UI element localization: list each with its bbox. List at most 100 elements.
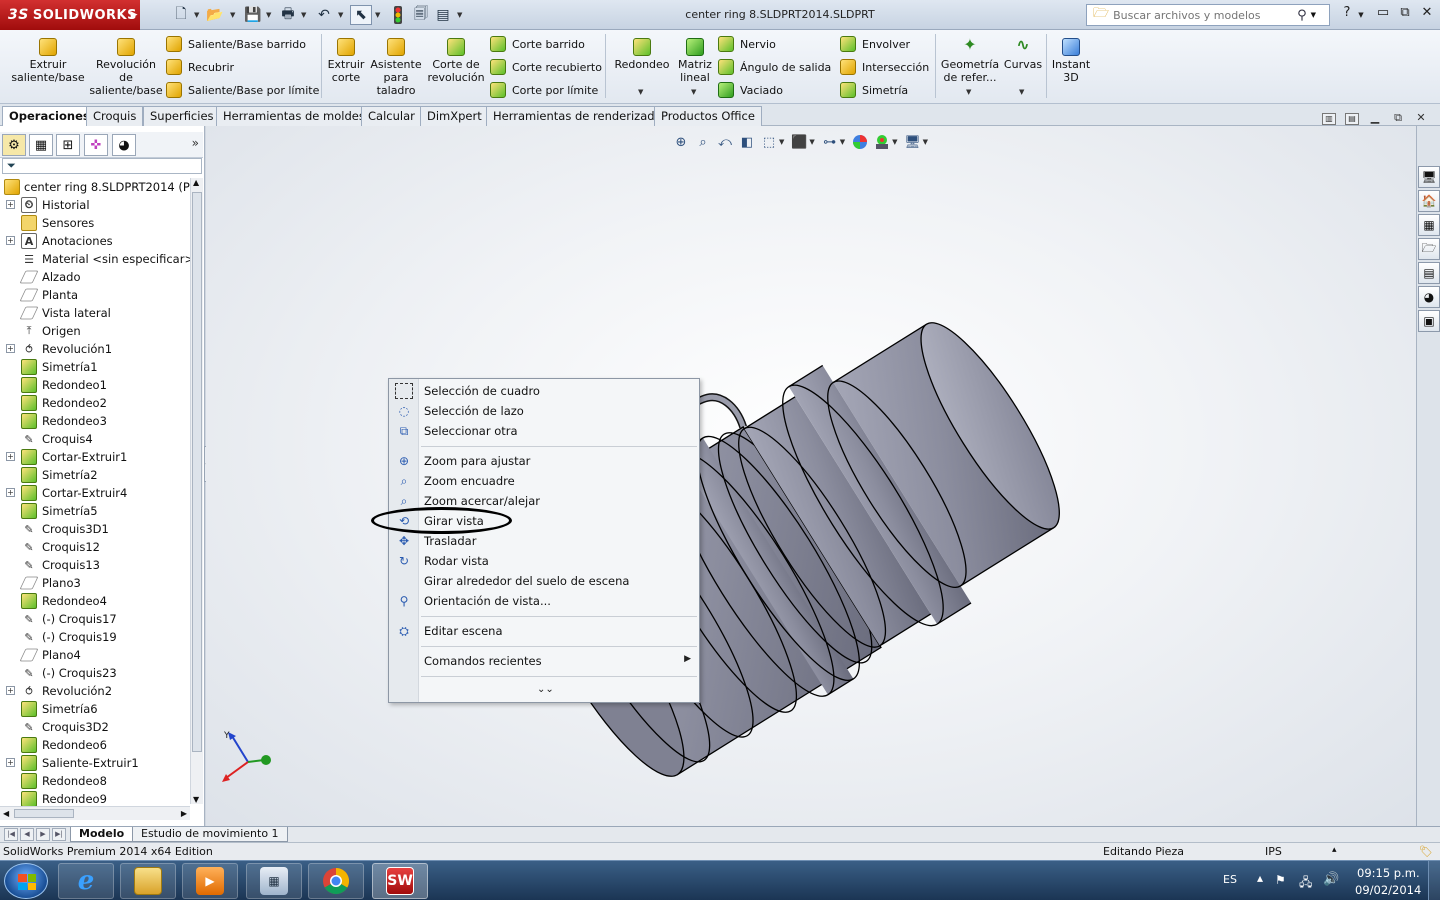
tree-item[interactable]: + ⥀ Revolución2 — [0, 682, 190, 700]
tree-filter[interactable]: ⏷ — [2, 158, 202, 174]
tree-item[interactable]: + Cortar-Extruir1 — [0, 448, 190, 466]
taskbar-solidworks[interactable]: SW — [372, 863, 428, 899]
first-tab-icon[interactable]: |◀ — [4, 828, 18, 841]
dimxpert-tab-icon[interactable]: ✜ — [84, 134, 108, 156]
show-desktop-button[interactable] — [1428, 861, 1440, 900]
tab-dimxpert[interactable]: DimXpert — [420, 106, 489, 126]
save-icon[interactable]: 💾 — [242, 5, 264, 25]
expand-icon[interactable]: + — [6, 236, 15, 245]
tree-item[interactable]: Simetría1 — [0, 358, 190, 376]
undo-icon[interactable]: ↶ — [313, 5, 335, 25]
tree-item[interactable]: + ⥀ Revolución1 — [0, 340, 190, 358]
clock-date[interactable]: 09/02/2014 — [1355, 883, 1421, 897]
instant3d-button[interactable]: Instant 3D — [1050, 38, 1092, 84]
tree-item[interactable]: Redondeo3 — [0, 412, 190, 430]
curves-button[interactable]: ∿ Curvas — [1003, 37, 1043, 72]
scroll-right-icon[interactable]: ▶ — [181, 809, 187, 818]
options-icon[interactable]: ▤ — [432, 5, 454, 25]
open-dropdown-icon[interactable]: ▼ — [230, 11, 235, 19]
print-icon[interactable]: 🖶 — [277, 5, 299, 25]
curves-dropdown-icon[interactable]: ▼ — [1019, 88, 1024, 96]
tree-item[interactable]: Vista lateral — [0, 304, 190, 322]
tree-item[interactable]: Redondeo2 — [0, 394, 190, 412]
context-menu-item[interactable]: ⚲ Orientación de vista... — [389, 591, 699, 611]
scroll-left-icon[interactable]: ◀ — [3, 809, 9, 818]
tab-operaciones[interactable]: Operaciones — [2, 106, 97, 127]
shell-button[interactable]: Vaciado — [718, 80, 783, 100]
status-units[interactable]: IPS — [1265, 845, 1282, 858]
intersect-button[interactable]: Intersección — [840, 57, 929, 77]
tab-superficies[interactable]: Superficies — [143, 106, 221, 126]
expand-icon[interactable]: + — [6, 452, 15, 461]
tree-item[interactable]: Simetría2 — [0, 466, 190, 484]
file-explorer-icon[interactable]: ▦ — [1418, 214, 1440, 236]
more-tabs-icon[interactable]: » — [192, 136, 199, 150]
fillet-button[interactable]: Redondeo — [612, 38, 672, 71]
tree-item[interactable]: ⤒ Origen — [0, 322, 190, 340]
next-tab-icon[interactable]: ▶ — [36, 828, 50, 841]
rebuild-status-icon[interactable]: 🏷 — [1419, 845, 1433, 858]
new-document-icon[interactable]: 🗋 — [170, 5, 192, 25]
tree-item[interactable]: Planta — [0, 286, 190, 304]
search-icon[interactable]: ⚲ — [1297, 8, 1307, 23]
doc-minimize-icon[interactable]: ▁ — [1368, 112, 1382, 125]
volume-icon[interactable]: 🔊 — [1323, 872, 1339, 887]
language-indicator[interactable]: ES — [1223, 873, 1237, 886]
taskbar-media-player[interactable]: ▶ — [182, 863, 238, 899]
tree-item[interactable]: + ⏲ Historial — [0, 196, 190, 214]
tree-item[interactable]: Redondeo8 — [0, 772, 190, 790]
tree-item[interactable]: Simetría5 — [0, 502, 190, 520]
doc-close-icon[interactable]: ✕ — [1414, 112, 1428, 125]
linear-pattern-button[interactable]: Matriz lineal — [675, 38, 715, 84]
tile-vertical-icon[interactable]: ▤ — [1345, 113, 1359, 125]
propertymanager-tab-icon[interactable]: ▦ — [29, 134, 53, 156]
tree-item[interactable]: Redondeo4 — [0, 592, 190, 610]
context-menu-item[interactable]: ⛭ Editar escena — [389, 621, 699, 641]
draft-button[interactable]: Ángulo de salida — [718, 57, 831, 77]
undo-dropdown-icon[interactable]: ▼ — [338, 11, 343, 19]
tree-item[interactable]: ✎ Croquis4 — [0, 430, 190, 448]
context-menu-item[interactable]: ↻ Rodar vista — [389, 551, 699, 571]
expand-icon[interactable]: + — [6, 758, 15, 767]
expand-icon[interactable]: + — [6, 344, 15, 353]
context-menu-item[interactable]: ◌ Selección de lazo — [389, 401, 699, 421]
expand-icon[interactable]: + — [6, 200, 15, 209]
tree-item[interactable]: ✎ (-) Croquis17 — [0, 610, 190, 628]
expand-icon[interactable]: + — [6, 686, 15, 695]
print-dropdown-icon[interactable]: ▼ — [301, 11, 306, 19]
search-input[interactable] — [1113, 8, 1294, 22]
rib-button[interactable]: Nervio — [718, 34, 776, 54]
tree-item[interactable]: Sensores — [0, 214, 190, 232]
revolve-cut-button[interactable]: Corte de revolución — [426, 38, 486, 84]
help-button[interactable]: ? — [1336, 5, 1358, 23]
tree-item[interactable]: Simetría6 — [0, 700, 190, 718]
tab-croquis[interactable]: Croquis — [86, 106, 144, 126]
rebuild-traffic-light-icon[interactable] — [387, 5, 409, 25]
tile-horizontal-icon[interactable]: ▥ — [1322, 113, 1336, 125]
solidworks-logo[interactable]: 3S SOLIDWORKS ▶ — [0, 0, 140, 30]
tree-item[interactable]: Redondeo6 — [0, 736, 190, 754]
doc-restore-icon[interactable]: ⧉ — [1391, 112, 1405, 125]
tab-herramientas-moldes[interactable]: Herramientas de moldes — [216, 106, 372, 126]
extrude-boss-button[interactable]: Extruir saliente/base — [8, 38, 88, 84]
boundary-boss-button[interactable]: Saliente/Base por límite — [166, 80, 319, 100]
close-icon[interactable]: ✕ — [1416, 5, 1438, 23]
solidworks-resources-icon[interactable]: 🖥 — [1418, 166, 1440, 188]
taskbar-chrome[interactable] — [308, 863, 364, 899]
save-dropdown-icon[interactable]: ▼ — [266, 11, 271, 19]
extrude-cut-button[interactable]: Extruir corte — [326, 38, 366, 84]
tab-modelo[interactable]: Modelo — [70, 827, 134, 842]
wrap-button[interactable]: Envolver — [840, 34, 910, 54]
tree-root[interactable]: center ring 8.SLDPRT2014 (Prec — [0, 178, 190, 196]
context-menu-item[interactable]: Selección de cuadro — [389, 381, 699, 401]
help-dropdown-icon[interactable]: ▼ — [1356, 11, 1366, 29]
tree-item[interactable]: ✎ Croquis12 — [0, 538, 190, 556]
tree-item[interactable]: + Cortar-Extruir4 — [0, 484, 190, 502]
swept-boss-button[interactable]: Saliente/Base barrido — [166, 34, 306, 54]
minimize-icon[interactable]: ▭ — [1372, 5, 1394, 23]
tree-item[interactable]: Redondeo1 — [0, 376, 190, 394]
lofted-cut-button[interactable]: Corte recubierto — [490, 57, 602, 77]
tree-vertical-scrollbar[interactable]: ▲ ▼ — [190, 178, 203, 804]
hscroll-thumb[interactable] — [14, 809, 74, 818]
hole-wizard-button[interactable]: Asistente para taladro — [368, 38, 424, 97]
